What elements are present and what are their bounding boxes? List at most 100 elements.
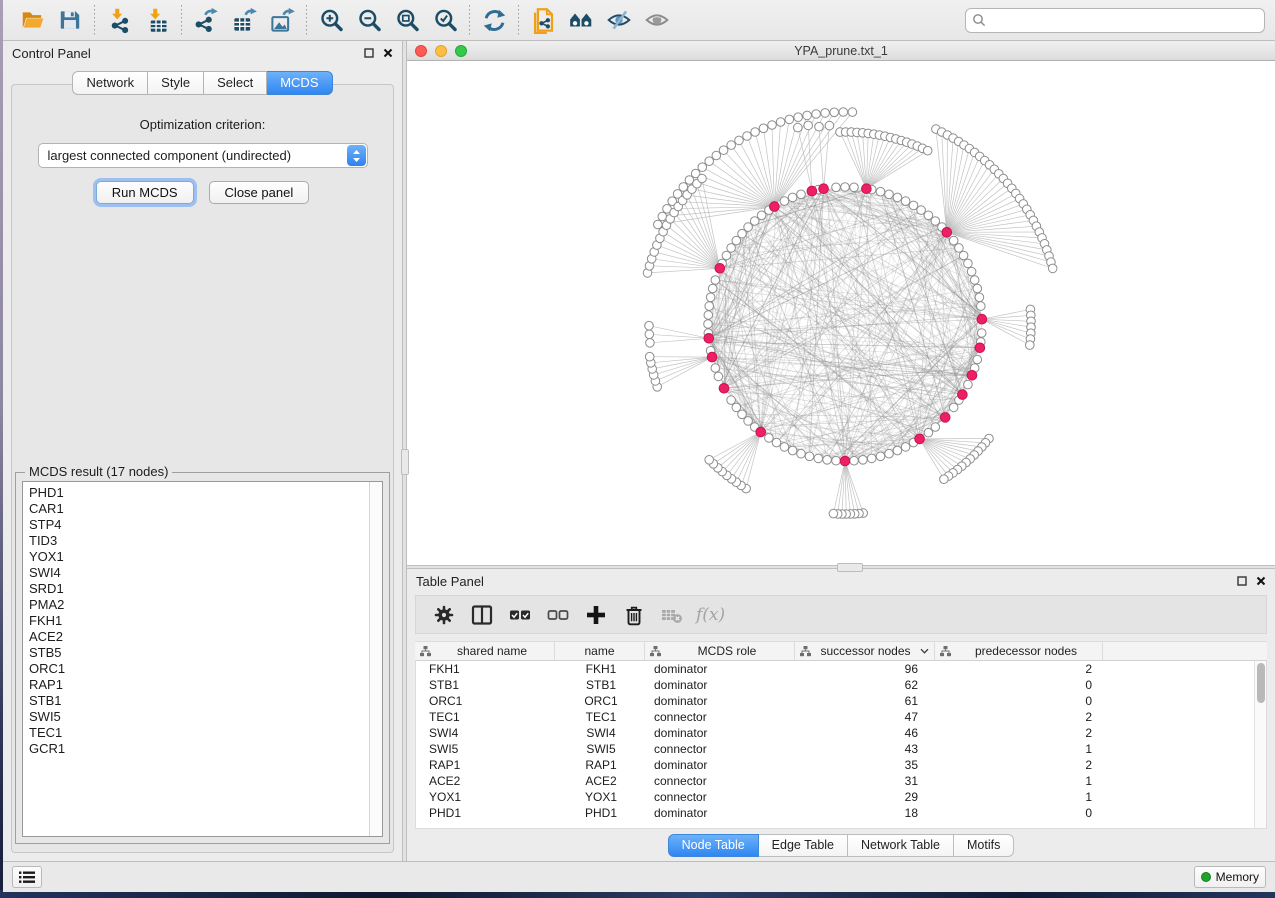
network-node[interactable]	[901, 197, 910, 206]
search-box[interactable]	[965, 8, 1265, 33]
network-node[interactable]	[876, 452, 885, 461]
mcds-node[interactable]	[819, 184, 829, 194]
result-item[interactable]: STB5	[23, 645, 369, 661]
network-node[interactable]	[727, 141, 736, 150]
result-item[interactable]: SWI4	[23, 565, 369, 581]
horizontal-splitter[interactable]	[407, 565, 1275, 569]
tab-mcds[interactable]: MCDS	[267, 71, 332, 95]
column-header-successor-nodes[interactable]: successor nodes	[795, 642, 935, 660]
mcds-node[interactable]	[977, 314, 987, 324]
mcds-node[interactable]	[940, 413, 950, 423]
show-graphics-details-button[interactable]	[638, 4, 676, 36]
result-item[interactable]: RAP1	[23, 677, 369, 693]
network-node[interactable]	[768, 121, 777, 130]
mcds-node[interactable]	[715, 264, 725, 274]
unselect-all-columns-button[interactable]	[540, 598, 576, 632]
table-row[interactable]: FKH1FKH1dominator962	[416, 661, 1266, 677]
table-row[interactable]: STB1STB1dominator620	[416, 677, 1266, 693]
network-node[interactable]	[885, 190, 894, 199]
mcds-node[interactable]	[840, 456, 850, 466]
mcds-node[interactable]	[915, 434, 925, 444]
select-all-columns-button[interactable]	[502, 598, 538, 632]
network-node[interactable]	[949, 403, 958, 412]
network-node[interactable]	[705, 157, 714, 166]
network-node[interactable]	[821, 109, 830, 118]
network-node[interactable]	[704, 320, 713, 329]
network-node[interactable]	[909, 201, 918, 210]
network-node[interactable]	[705, 302, 714, 311]
network-node[interactable]	[885, 449, 894, 458]
network-node[interactable]	[645, 321, 654, 330]
float-panel-icon[interactable]	[1237, 576, 1247, 586]
result-item[interactable]: STB1	[23, 693, 369, 709]
table-row[interactable]: ORC1ORC1dominator610	[416, 693, 1266, 709]
result-item[interactable]: STP4	[23, 517, 369, 533]
network-node[interactable]	[708, 284, 717, 293]
network-node[interactable]	[788, 446, 797, 455]
network-node[interactable]	[850, 456, 859, 465]
table-row[interactable]: ACE2ACE2connector311	[416, 773, 1266, 789]
network-node[interactable]	[805, 452, 814, 461]
network-node[interactable]	[794, 113, 803, 122]
network-node[interactable]	[679, 183, 688, 192]
close-panel-icon[interactable]	[383, 48, 393, 58]
network-node[interactable]	[645, 352, 654, 361]
create-column-button[interactable]	[578, 598, 614, 632]
network-node[interactable]	[757, 211, 766, 220]
table-row[interactable]: SWI5SWI5connector431	[416, 741, 1266, 757]
search-input[interactable]	[990, 13, 1258, 27]
hide-graphics-details-button[interactable]	[600, 4, 638, 36]
delete-column-button[interactable]	[616, 598, 652, 632]
network-node[interactable]	[924, 428, 933, 437]
network-node[interactable]	[973, 355, 982, 364]
network-node[interactable]	[893, 446, 902, 455]
splitter-grip[interactable]	[837, 563, 863, 572]
network-node[interactable]	[815, 122, 824, 131]
network-node[interactable]	[776, 118, 785, 127]
network-node[interactable]	[859, 456, 868, 465]
zoom-fit-button[interactable]	[388, 4, 426, 36]
network-node[interactable]	[780, 443, 789, 452]
open-file-button[interactable]	[13, 4, 51, 36]
network-node[interactable]	[712, 151, 721, 160]
mcds-node[interactable]	[967, 371, 977, 381]
network-node[interactable]	[964, 259, 973, 268]
table-settings-button[interactable]	[426, 598, 462, 632]
network-node[interactable]	[722, 251, 731, 260]
export-document-button[interactable]	[524, 4, 562, 36]
network-node[interactable]	[814, 454, 823, 463]
mcds-node[interactable]	[707, 352, 717, 362]
table-row[interactable]: YOX1YOX1connector291	[416, 789, 1266, 805]
result-item[interactable]: TEC1	[23, 725, 369, 741]
network-node[interactable]	[829, 509, 838, 518]
show-column-panel-button[interactable]	[464, 598, 500, 632]
network-node[interactable]	[711, 364, 720, 373]
network-node[interactable]	[780, 197, 789, 206]
network-node[interactable]	[658, 212, 667, 221]
network-node[interactable]	[646, 339, 655, 348]
close-panel-icon[interactable]	[1256, 576, 1266, 586]
function-builder-button[interactable]: f(x)	[692, 605, 725, 625]
mcds-node[interactable]	[770, 202, 780, 212]
node-table[interactable]: FKH1FKH1dominator962STB1STB1dominator620…	[415, 661, 1267, 829]
run-mcds-button[interactable]: Run MCDS	[96, 181, 194, 204]
table-scrollbar[interactable]	[1254, 661, 1266, 828]
result-item[interactable]: YOX1	[23, 549, 369, 565]
network-node[interactable]	[867, 454, 876, 463]
zoom-out-button[interactable]	[350, 4, 388, 36]
result-item[interactable]: CAR1	[23, 501, 369, 517]
result-item[interactable]: SRD1	[23, 581, 369, 597]
network-node[interactable]	[1026, 341, 1035, 350]
splitter-grip[interactable]	[401, 449, 409, 475]
network-node[interactable]	[848, 108, 857, 117]
network-node[interactable]	[788, 193, 797, 202]
import-table-button[interactable]	[138, 4, 176, 36]
import-network-button[interactable]	[100, 4, 138, 36]
clear-table-button[interactable]	[654, 598, 690, 632]
network-node[interactable]	[917, 206, 926, 215]
table-row[interactable]: TEC1TEC1connector472	[416, 709, 1266, 725]
network-node[interactable]	[876, 187, 885, 196]
vertical-splitter[interactable]	[402, 41, 407, 861]
tab-edge-table[interactable]: Edge Table	[759, 834, 848, 857]
memory-button[interactable]: Memory	[1194, 866, 1266, 888]
